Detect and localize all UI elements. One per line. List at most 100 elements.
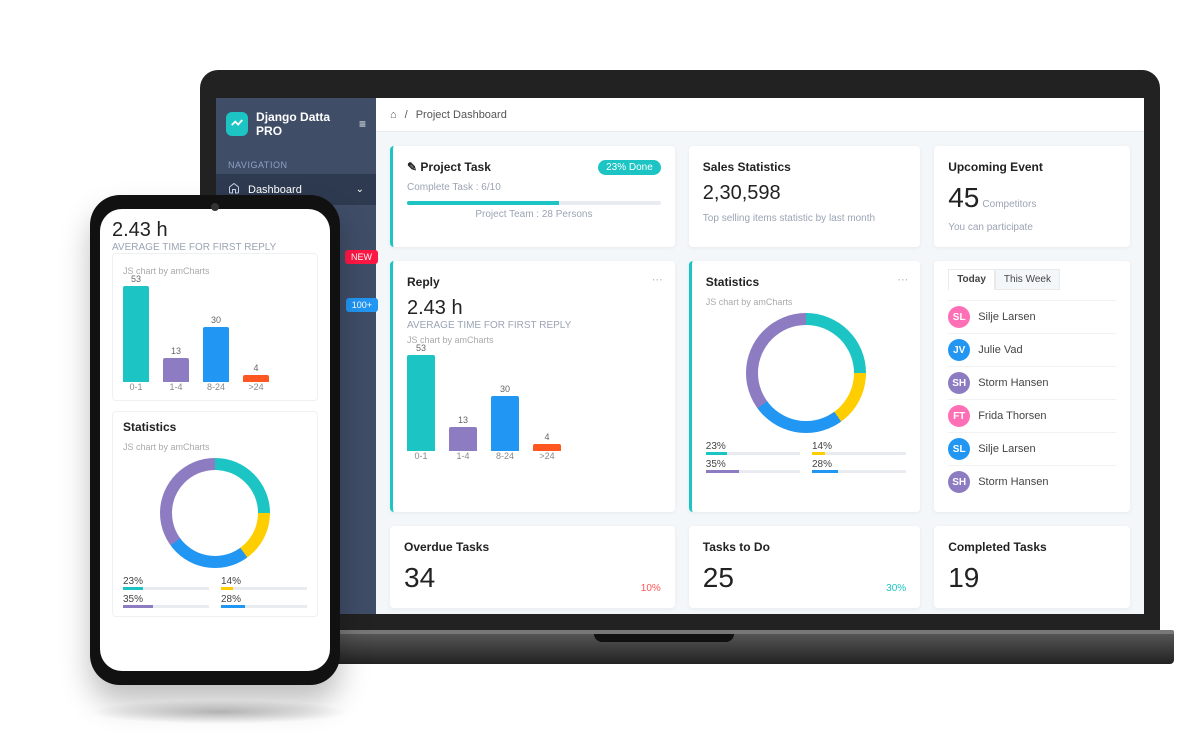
more-icon[interactable]: ⋯ (652, 273, 663, 286)
card-activity: Today This Week SLSilje LarsenJVJulie Va… (934, 261, 1130, 512)
avatar: SH (948, 471, 970, 493)
bar-column: 4>24 (533, 444, 561, 461)
stat-label: 23% (706, 441, 800, 452)
brand[interactable]: Django Datta PRO ≡ (216, 98, 376, 150)
breadcrumb-home-icon[interactable]: ⌂ (390, 109, 397, 121)
sales-caption: Top selling items statistic by last mont… (703, 213, 906, 224)
bar: 53 (407, 355, 435, 451)
bar: 30 (203, 327, 229, 382)
phone-camera (211, 203, 219, 211)
overdue-pct: 10% (641, 583, 661, 594)
completed-value: 19 (948, 562, 979, 593)
tab-today[interactable]: Today (948, 269, 995, 290)
complete-task-label: Complete Task : 6/10 (407, 182, 661, 193)
bar-column: 131-4 (449, 427, 477, 461)
card-title: Reply (407, 275, 661, 289)
card-title: Tasks to Do (703, 540, 906, 554)
stat-bar (221, 587, 307, 590)
menu-icon[interactable]: ≡ (359, 117, 366, 131)
stat-label: 28% (812, 459, 906, 470)
card-statistics: ⋯ Statistics JS chart by amCharts 23%14%… (689, 261, 920, 512)
phone-card-statistics: Statistics JS chart by amCharts 23% 14% 35… (112, 411, 318, 617)
tab-this-week[interactable]: This Week (995, 269, 1060, 290)
stat-item: 28% (221, 594, 307, 608)
chart-attribution: JS chart by amCharts (706, 297, 906, 307)
stat-item: 35% (706, 459, 800, 473)
brand-logo-icon (226, 112, 248, 136)
person-row[interactable]: FT Frida Thorsen (948, 399, 1116, 432)
stat-label: 14% (221, 576, 307, 587)
nav-heading: NAVIGATION (216, 150, 376, 174)
bar-column: 131-4 (163, 358, 189, 392)
stat-label: 35% (123, 594, 209, 605)
stat-item: 23% (123, 576, 209, 590)
more-icon[interactable]: ⋯ (897, 273, 908, 286)
edit-icon: ✎ (407, 160, 417, 174)
overdue-value: 34 (404, 562, 435, 594)
breadcrumb-page: Project Dashboard (416, 109, 507, 121)
dashboard-app: Django Datta PRO ≡ NAVIGATION Dashboard … (216, 98, 1144, 614)
avatar: FT (948, 405, 970, 427)
dashboard-grid: 23% Done ✎ Project Task Complete Task : … (376, 132, 1144, 614)
bar-value: 53 (123, 274, 149, 284)
phone-frame: 2.43 h AVERAGE TIME FOR FIRST REPLY JS c… (90, 195, 340, 685)
bar-column: 4>24 (243, 375, 269, 392)
bar-value: 53 (407, 343, 435, 353)
card-title: Statistics (706, 275, 906, 289)
person-name: Frida Thorsen (978, 410, 1046, 422)
stat-bar (812, 452, 906, 455)
bar-column: 308-24 (491, 396, 519, 461)
stat-bar (123, 605, 209, 608)
team-label: Project Team : 28 Persons (407, 209, 661, 220)
bar-label: 8-24 (496, 451, 514, 461)
stat-label: 35% (706, 459, 800, 470)
reply-bar-chart: 530-1131-4308-244>24 (407, 351, 661, 461)
bar: 13 (449, 427, 477, 451)
upcoming-value: 45 (948, 182, 979, 213)
bar-label: 1-4 (456, 451, 469, 461)
chevron-down-icon: ⌄ (356, 184, 364, 195)
person-row[interactable]: JVJulie Vad (948, 333, 1116, 366)
breadcrumb: ⌂ / Project Dashboard (376, 98, 1144, 132)
breadcrumb-sep: / (405, 109, 408, 121)
avatar: JV (948, 339, 970, 361)
phone-statistics-legend: 23% 14% 35% 28% (123, 576, 307, 608)
laptop-screen: Django Datta PRO ≡ NAVIGATION Dashboard … (200, 70, 1160, 630)
card-sales: Sales Statistics 2,30,598 Top selling it… (689, 146, 920, 247)
phone-screen: 2.43 h AVERAGE TIME FOR FIRST REPLY JS c… (100, 209, 330, 671)
stat-item: 28% (812, 459, 906, 473)
bar-value: 13 (449, 415, 477, 425)
badge-100: 100+ (346, 298, 378, 312)
person-row[interactable]: SLSilje Larsen (948, 432, 1116, 465)
card-title: Statistics (123, 420, 307, 434)
card-overdue: Overdue Tasks 34 10% (390, 526, 675, 608)
bar: 4 (243, 375, 269, 382)
card-project-task: 23% Done ✎ Project Task Complete Task : … (390, 146, 675, 247)
card-title: Upcoming Event (948, 160, 1116, 174)
stat-label: 23% (123, 576, 209, 587)
stat-bar (706, 470, 800, 473)
person-row[interactable]: SHStorm Hansen (948, 366, 1116, 399)
person-row[interactable]: SLSilje Larsen (948, 300, 1116, 333)
bar-label: 0-1 (129, 382, 142, 392)
bar-value: 4 (533, 432, 561, 442)
person-name: Silje Larsen (978, 311, 1035, 323)
person-row[interactable]: SHStorm Hansen (948, 465, 1116, 498)
card-reply: ⋯ Reply 2.43 h AVERAGE TIME FOR FIRST RE… (390, 261, 675, 512)
phone-card-reply: JS chart by amCharts 53 0-1 131-4 308-24 4>2… (112, 253, 318, 401)
bar-label: >24 (539, 451, 554, 461)
chart-attribution: JS chart by amCharts (123, 266, 307, 276)
upcoming-caption: You can participate (948, 222, 1116, 233)
stat-item: 35% (123, 594, 209, 608)
phone-reply-value: 2.43 h (112, 219, 318, 242)
brand-name: Django Datta PRO (256, 110, 351, 138)
avatar: SH (948, 372, 970, 394)
stat-bar (706, 452, 800, 455)
bar-value: 30 (491, 384, 519, 394)
bar-label: 8-24 (207, 382, 225, 392)
chart-attribution: JS chart by amCharts (123, 442, 307, 452)
stat-item: 14% (221, 576, 307, 590)
bar-column: 308-24 (203, 327, 229, 392)
done-badge: 23% Done (598, 160, 661, 175)
stat-item: 23% (706, 441, 800, 455)
